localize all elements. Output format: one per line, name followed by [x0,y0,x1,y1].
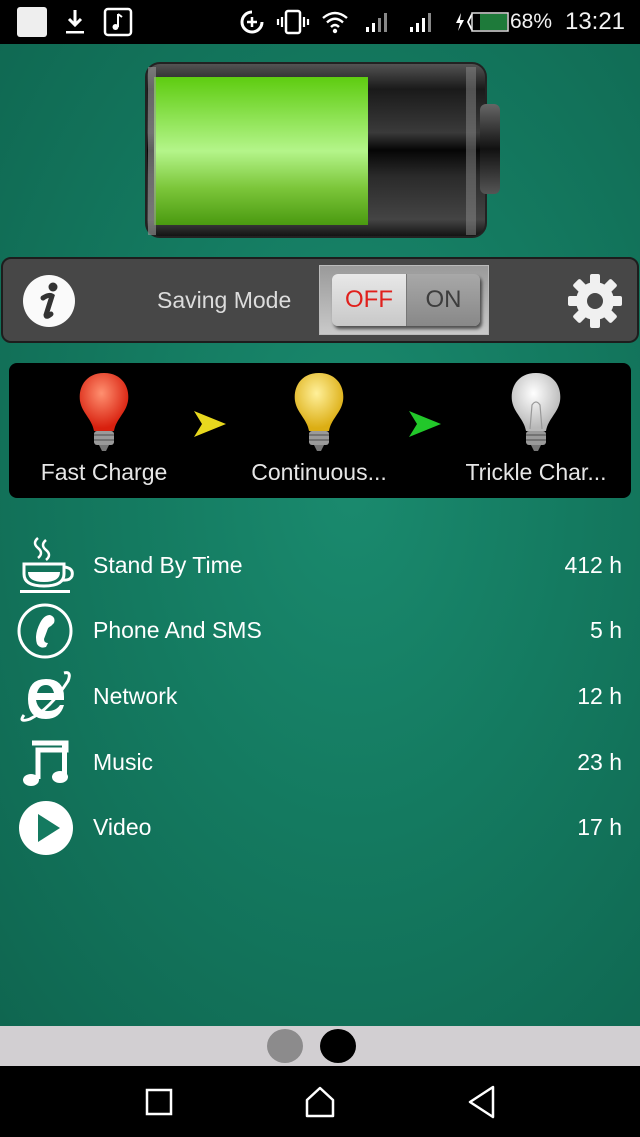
notification-square-icon [16,0,48,44]
lightbulb-red-icon [72,371,136,455]
arrow-right-green-icon [407,409,443,439]
usage-row-video[interactable]: Video 17 h [0,794,640,860]
lightbulb-yellow-icon [287,371,351,455]
charge-stage-continuous: Continuous... [224,363,414,498]
page-dot-1[interactable] [267,1029,303,1063]
saving-mode-label: Saving Mode [157,286,292,313]
usage-value: 17 h [577,813,622,840]
usage-value: 12 h [577,682,622,709]
charge-stage-label: Trickle Char... [465,459,607,485]
usage-row-standby[interactable]: Stand By Time 412 h [0,532,640,598]
coffee-cup-icon [16,536,76,596]
usage-value: 412 h [564,551,622,578]
recents-icon[interactable] [137,1080,181,1124]
music-note-icon [16,733,76,793]
toggle-off-option[interactable]: OFF [332,274,406,326]
battery-fill-level [154,77,368,225]
usage-label: Stand By Time [93,551,243,578]
play-icon [16,798,76,858]
info-icon[interactable] [21,273,77,329]
battery-graphic [140,59,502,239]
main-content: Saving Mode OFF ON Fast Charge Continuou… [0,44,640,1026]
usage-value: 23 h [577,748,622,775]
usage-label: Music [93,748,154,775]
charge-stage-label: Continuous... [251,459,387,485]
music-note-icon [102,0,134,44]
back-icon[interactable] [460,1080,504,1124]
gear-icon[interactable] [567,273,623,329]
phone-icon [16,601,76,661]
charging-battery-icon [454,0,510,44]
usage-label: Phone And SMS [93,616,262,643]
charge-stages-panel: Fast Charge Continuous... Trickle Char..… [9,363,631,498]
usage-value: 5 h [590,616,622,643]
status-bar: 68% 13:21 [0,0,640,44]
battery-percent: 68% [509,10,553,33]
browser-e-icon [16,667,76,727]
signal-1-icon [362,0,390,44]
usage-row-phone[interactable]: Phone And SMS 5 h [0,597,640,663]
navigation-bar [0,1066,640,1137]
vibrate-icon [276,0,310,44]
clock: 13:21 [564,8,626,35]
page-dot-2-active[interactable] [320,1029,356,1063]
page-indicator [0,1026,640,1066]
lightbulb-white-icon [504,371,568,455]
charge-stage-label: Fast Charge [40,459,168,485]
usage-label: Network [93,682,178,709]
signal-2-icon [406,0,434,44]
saving-mode-toggle-frame: OFF ON [319,265,489,335]
usage-row-music[interactable]: Music 23 h [0,729,640,795]
saving-mode-bar: Saving Mode OFF ON [1,257,639,343]
wifi-icon [320,0,350,44]
toggle-on-option[interactable]: ON [406,274,480,326]
usage-label: Video [93,813,152,840]
charge-stage-fast: Fast Charge [9,363,199,498]
arrow-right-yellow-icon [192,409,228,439]
usage-row-network[interactable]: Network 12 h [0,663,640,729]
download-icon [62,0,88,44]
saving-mode-toggle[interactable]: OFF ON [332,274,480,326]
home-icon[interactable] [298,1080,342,1124]
charge-stage-trickle: Trickle Char... [441,363,631,498]
data-saver-icon [238,0,266,44]
